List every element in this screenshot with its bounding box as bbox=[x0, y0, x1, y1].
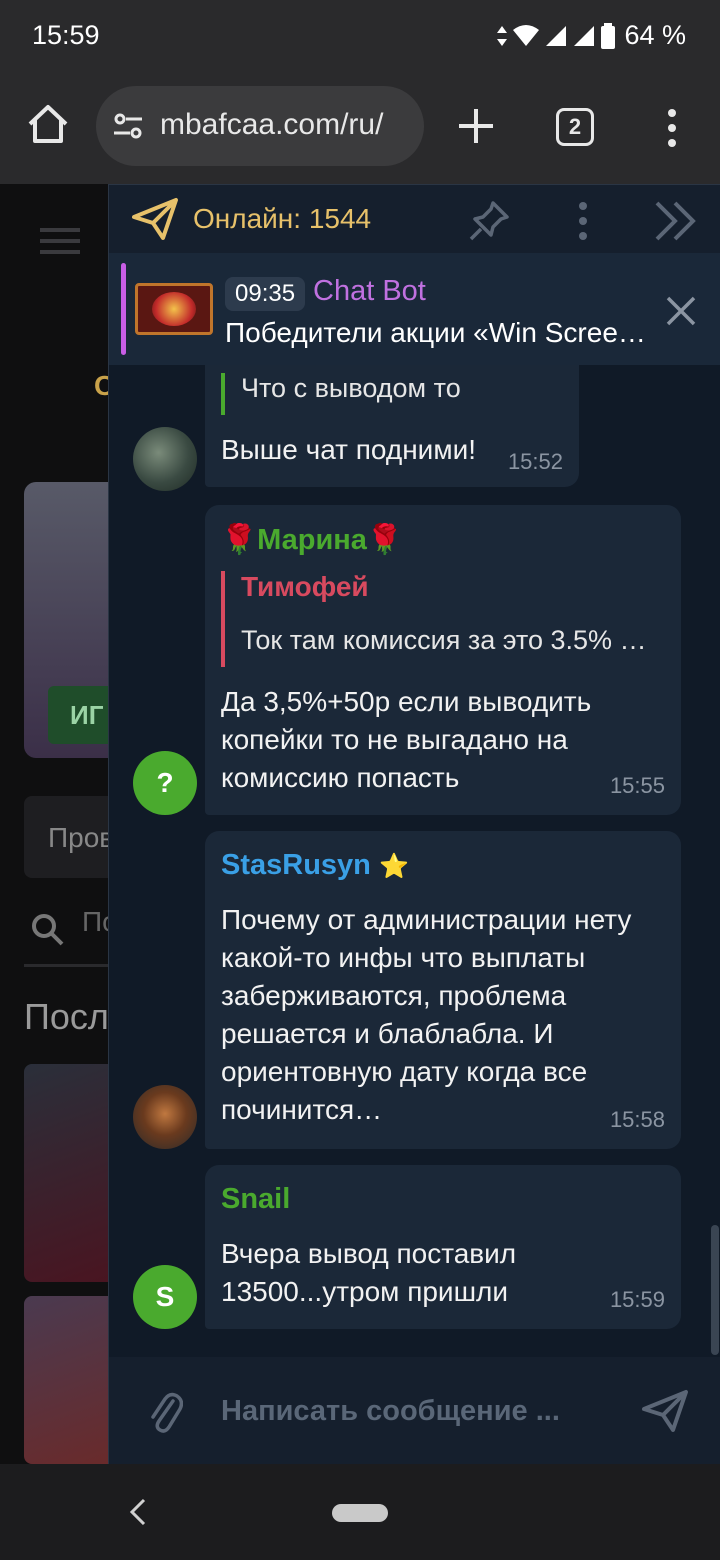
telegram-plane-icon bbox=[132, 198, 178, 240]
url-bar[interactable]: mbafcaa.com/ru/ bbox=[96, 86, 424, 166]
section-heading: Посл bbox=[24, 996, 109, 1037]
message-list[interactable]: Что с выводом то Выше чат подними! 15:52… bbox=[109, 365, 720, 1357]
message-composer: Написать сообщение ... bbox=[109, 1357, 720, 1465]
message-line: заберживаются, проблема bbox=[221, 980, 567, 1011]
reply-quote-author: Тимофей bbox=[241, 571, 369, 602]
message-bubble: Snail Вчера вывод поставил 13500...утром… bbox=[205, 1165, 681, 1329]
message-time: 15:58 bbox=[609, 1107, 665, 1132]
status-time: 15:59 bbox=[32, 20, 100, 50]
star-badge-icon: ⭐ bbox=[378, 853, 409, 880]
chat-panel: Онлайн: 1544 09:35 Chat Bot Победители а… bbox=[108, 184, 720, 1465]
message-bubble: StasRusyn ⭐ Почему от администрации нету… bbox=[205, 831, 681, 1149]
message-line: какой-то инфы что выплаты bbox=[221, 942, 586, 973]
new-tab-icon[interactable] bbox=[456, 106, 496, 146]
message-author: StasRusyn ⭐ bbox=[221, 849, 409, 882]
message-bubble: Что с выводом то Выше чат подними! 15:52 bbox=[205, 365, 579, 487]
message-line: комиссию попасть bbox=[221, 762, 460, 793]
message-author: 🌹Марина🌹 bbox=[221, 524, 404, 556]
message-input[interactable]: Написать сообщение ... bbox=[221, 1395, 560, 1428]
avatar[interactable] bbox=[133, 427, 197, 491]
battery-percent: 64 % bbox=[624, 20, 686, 50]
message-text: Да 3,5%+50р если выводить копейки то не … bbox=[221, 683, 591, 797]
chat-scrollbar[interactable] bbox=[711, 1225, 719, 1355]
search-icon bbox=[32, 914, 64, 946]
home-gesture-pill[interactable] bbox=[332, 1504, 388, 1522]
message-line: Вчера вывод поставил bbox=[221, 1238, 517, 1269]
send-icon[interactable] bbox=[641, 1389, 689, 1433]
pinned-time: 09:35 bbox=[225, 277, 306, 311]
message-line: 13500...утром пришли bbox=[221, 1276, 509, 1307]
chat-more-icon[interactable] bbox=[575, 199, 591, 243]
message-line: решается и блаблабла. И bbox=[221, 1018, 554, 1049]
cell-signal-icon bbox=[546, 25, 567, 46]
message-author-name: StasRusyn bbox=[221, 849, 371, 881]
reply-quote: Тимофей Ток там комиссия за это 3.5% … bbox=[221, 571, 665, 667]
data-arrows-icon bbox=[497, 25, 508, 46]
wifi-icon bbox=[513, 24, 540, 46]
reply-quote: Что с выводом то bbox=[221, 373, 461, 415]
site-settings-icon[interactable] bbox=[112, 112, 144, 140]
message-line: ориентовную дату когда все bbox=[221, 1056, 588, 1087]
message-line: копейки то не выгадано на bbox=[221, 724, 568, 755]
pin-icon[interactable] bbox=[467, 199, 511, 243]
message-line: починится… bbox=[221, 1094, 383, 1125]
message-time: 15:55 bbox=[609, 773, 665, 798]
home-icon[interactable] bbox=[26, 102, 70, 146]
message-text: Почему от администрации нету какой-то ин… bbox=[221, 901, 631, 1129]
url-text[interactable]: mbafcaa.com/ru/ bbox=[160, 108, 416, 142]
message-time: 15:59 bbox=[609, 1287, 665, 1312]
battery-icon bbox=[601, 22, 616, 49]
back-icon[interactable] bbox=[128, 1498, 148, 1526]
avatar[interactable] bbox=[133, 1085, 197, 1149]
chat-header: Онлайн: 1544 bbox=[109, 185, 720, 253]
reply-quote-text: Что с выводом то bbox=[241, 373, 461, 403]
message-text: Вчера вывод поставил 13500...утром пришл… bbox=[221, 1235, 516, 1311]
pinned-thumbnail bbox=[135, 283, 213, 335]
pinned-accent-bar bbox=[121, 263, 126, 355]
hamburger-menu-icon[interactable] bbox=[40, 226, 80, 256]
status-indicators: 64 % bbox=[496, 20, 686, 51]
close-icon[interactable] bbox=[665, 295, 697, 327]
message-text: Выше чат подними! bbox=[221, 434, 476, 465]
avatar[interactable]: ? bbox=[133, 751, 197, 815]
message-line: Да 3,5%+50р если выводить bbox=[221, 686, 592, 717]
paperclip-icon[interactable] bbox=[147, 1387, 183, 1435]
message-bubble: 🌹Марина🌹 Тимофей Ток там комиссия за это… bbox=[205, 505, 681, 815]
browser-toolbar: mbafcaa.com/ru/ 2 bbox=[0, 72, 720, 184]
signal-icons bbox=[496, 22, 616, 49]
message-author: Snail bbox=[221, 1183, 291, 1215]
pinned-message[interactable]: 09:35 Chat Bot Победители акции «Win Scr… bbox=[109, 253, 720, 365]
more-vert-icon[interactable] bbox=[660, 106, 684, 150]
avatar[interactable]: S bbox=[133, 1265, 197, 1329]
double-chevron-right-icon[interactable] bbox=[651, 199, 699, 243]
message-time: 15:52 bbox=[507, 449, 563, 474]
status-bar: 15:59 64 % bbox=[0, 0, 720, 72]
pinned-text: Победители акции «Win Screen… bbox=[225, 317, 657, 348]
system-nav-bar bbox=[0, 1464, 720, 1560]
reply-quote-text: Ток там комиссия за это 3.5% … bbox=[241, 625, 647, 655]
online-count: Онлайн: 1544 bbox=[193, 203, 372, 234]
message-line: Почему от администрации нету bbox=[221, 904, 632, 935]
tab-switcher-button[interactable]: 2 bbox=[556, 108, 594, 146]
cell-signal-2-icon bbox=[574, 25, 595, 46]
pinned-author: Chat Bot bbox=[313, 275, 426, 307]
